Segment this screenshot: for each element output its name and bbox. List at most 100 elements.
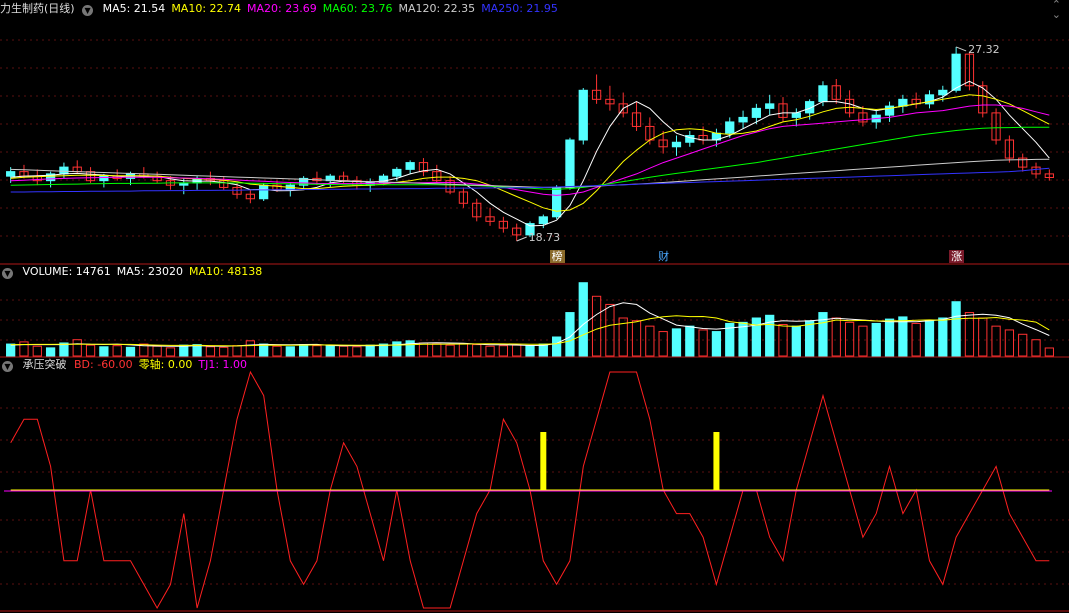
volume-bar	[45, 347, 56, 357]
event-tag-zhang[interactable]: 涨	[949, 250, 965, 263]
candle-body	[405, 162, 415, 170]
signal-bar	[540, 432, 547, 490]
volume-bar	[245, 340, 255, 357]
candle-body	[6, 171, 16, 177]
volume-bar	[6, 343, 16, 357]
indicator-header: ▼ 承压突破 BD: -60.00 零轴: 0.00 TJ1: 1.00	[0, 357, 259, 373]
ma-legend: MA5: 21.54 MA10: 22.74 MA20: 23.69 MA60: 23…	[103, 2, 564, 15]
ma-line-ma5	[10, 80, 1050, 227]
volume-bar	[205, 346, 216, 357]
volume-bar	[1004, 329, 1015, 357]
candle-body	[538, 216, 548, 225]
volume-bar	[525, 345, 535, 357]
volume-bar	[365, 344, 375, 357]
volume-bar	[72, 339, 82, 357]
indicator-legend-item-1: 零轴: 0.00	[138, 358, 193, 371]
volume-bar	[179, 344, 189, 357]
volume-header: ▼ VOLUME: 14761 MA5: 23020 MA10: 48138	[0, 264, 274, 280]
indicator-legend: BD: -60.00 零轴: 0.00 TJ1: 1.00	[74, 358, 253, 371]
dropdown-icon[interactable]: ▼	[2, 268, 13, 279]
dropdown-icon[interactable]: ▼	[2, 361, 13, 372]
volume-bar	[871, 322, 881, 357]
volume-bar	[685, 325, 695, 357]
candle-body	[565, 139, 575, 188]
volume-bar	[658, 331, 668, 357]
candle-body	[938, 89, 948, 96]
volume-bar	[858, 325, 868, 357]
volume-bar	[805, 320, 815, 357]
candle-body	[898, 98, 908, 107]
candle-body	[818, 85, 828, 103]
volume-bar	[338, 345, 349, 357]
volume-bar	[418, 342, 429, 357]
volume-bar	[152, 345, 162, 357]
volume-bar	[1044, 347, 1054, 357]
volume-bar	[711, 331, 722, 357]
volume-bar	[964, 312, 975, 357]
volume-bar	[924, 320, 935, 357]
volume-legend-item-0: VOLUME: 14761	[22, 265, 111, 278]
indicator-title: 承压突破	[22, 358, 67, 371]
volume-legend-item-2: MA10: 48138	[188, 265, 263, 278]
volume-bar	[352, 346, 362, 357]
volume-bar	[938, 317, 948, 357]
volume-bar	[85, 344, 96, 357]
ma-legend-item-1: MA10: 22.74	[171, 2, 242, 15]
volume-bar	[99, 346, 109, 357]
candle-body	[791, 112, 801, 118]
volume-bar	[458, 343, 469, 357]
candle-body	[59, 166, 69, 175]
volume-bar	[898, 316, 908, 357]
volume-bar	[951, 301, 961, 357]
volume-legend: VOLUME: 14761 MA5: 23020 MA10: 48138	[23, 265, 269, 278]
volume-bar	[125, 346, 136, 357]
volume-bar	[432, 343, 442, 357]
dropdown-icon[interactable]: ▼	[82, 5, 94, 16]
main-header: 力生制药(日线) ▼ MA5: 21.54 MA10: 22.74 MA20: 23…	[0, 1, 570, 17]
signal-bar	[713, 432, 720, 490]
volume-bar	[631, 320, 642, 357]
stock-chart[interactable]	[0, 0, 1069, 613]
ma-line-ma60	[10, 126, 1050, 190]
candle-body	[951, 53, 961, 91]
candle-body	[751, 107, 762, 118]
ma-legend-item-5: MA250: 21.95	[481, 2, 558, 15]
volume-bar	[192, 344, 202, 357]
event-tag-cai[interactable]: 财	[656, 250, 671, 263]
volume-bar	[285, 346, 295, 357]
low-marker	[516, 236, 527, 242]
down-arrow-icon[interactable]: ⌄	[1052, 9, 1061, 20]
nav-arrows[interactable]: ⌃ ⌄	[1052, 0, 1061, 20]
candle-body	[259, 184, 269, 200]
ma-legend-item-4: MA120: 22.35	[398, 2, 476, 15]
volume-bar	[312, 345, 322, 357]
volume-bar	[831, 317, 841, 357]
volume-bar	[485, 345, 495, 357]
volume-bar	[645, 325, 655, 357]
candle-body	[738, 116, 748, 123]
volume-bar	[32, 345, 42, 357]
indicator-legend-item-2: TJ1: 1.00	[198, 358, 248, 371]
candle-body	[765, 103, 775, 109]
event-tag-bang[interactable]: 榜	[549, 250, 565, 263]
volume-bar	[498, 345, 508, 357]
volume-bar	[445, 344, 455, 357]
ma-legend-item-3: MA60: 23.76	[322, 2, 393, 15]
candle-body	[725, 121, 735, 134]
ma-legend-item-0: MA5: 21.54	[102, 2, 166, 15]
volume-bar	[591, 295, 602, 357]
volume-bar	[219, 346, 229, 357]
low-price-label: 18.73	[528, 230, 561, 244]
high-price-label: 27.32	[968, 42, 1000, 56]
volume-bar	[884, 318, 895, 357]
chart-title: 力生制药(日线)	[0, 2, 75, 15]
candle-body	[578, 89, 588, 141]
volume-bar	[165, 347, 176, 357]
volume-bar	[1031, 339, 1041, 357]
volume-bar	[112, 345, 122, 357]
volume-bar	[698, 329, 708, 357]
volume-bar	[844, 321, 855, 357]
volume-bar	[578, 282, 588, 357]
volume-bar	[325, 344, 335, 357]
indicator-legend-item-0: BD: -60.00	[74, 358, 133, 371]
